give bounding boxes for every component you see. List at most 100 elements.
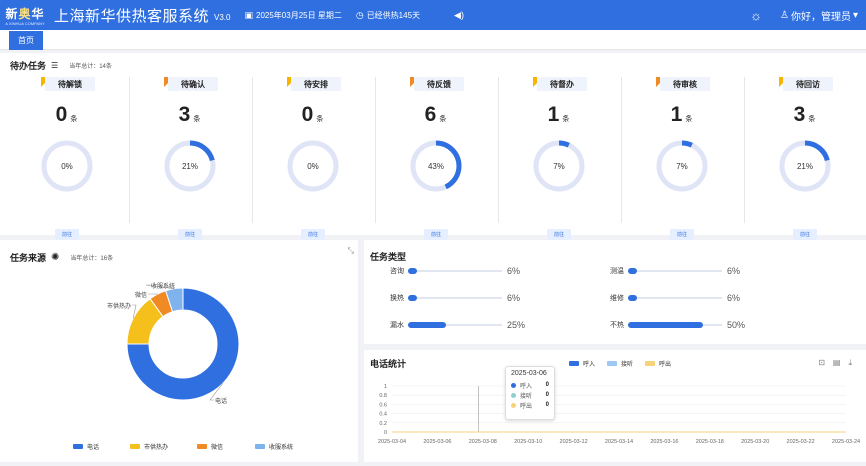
- task-progress-ring: 21%: [164, 140, 216, 192]
- x-tick-label: 2025-03-16: [650, 439, 678, 445]
- ring-percent-label: 21%: [182, 162, 198, 171]
- task-count: 0条: [55, 103, 78, 126]
- task-card: 待安排 0 条 0% 前往: [251, 75, 374, 240]
- type-percent: 50%: [727, 320, 746, 330]
- calendar-icon: ▣: [244, 9, 253, 20]
- user-menu[interactable]: ♙ 你好，管理员 ▾: [780, 8, 858, 23]
- logo-subtitle: A XINHUA COMPANY: [5, 20, 45, 26]
- type-bar-row: 咨询 6%: [364, 266, 520, 276]
- type-bar-row: 换热 6%: [364, 293, 520, 303]
- ring-percent-label: 7%: [676, 162, 688, 171]
- speaker-icon[interactable]: ◀): [454, 10, 464, 21]
- type-label: 测温: [610, 268, 624, 275]
- type-label: 维修: [610, 295, 624, 302]
- task-card-label: 待解锁: [45, 77, 95, 91]
- task-count: 1条: [670, 103, 693, 126]
- type-bar-track: [628, 268, 722, 274]
- goto-button[interactable]: 前往: [547, 229, 571, 240]
- type-bar-row: 测温 6%: [584, 266, 740, 276]
- heating-days: ◷ 已经供热145天: [355, 9, 421, 20]
- type-bar-track: [628, 322, 722, 328]
- legend-item[interactable]: 市供热办: [130, 442, 168, 451]
- y-tick-label: 1: [384, 384, 387, 390]
- legend-item[interactable]: 收服系统: [255, 442, 293, 451]
- type-bar-row: 漏水 25%: [364, 320, 525, 330]
- count-unit: 条: [193, 116, 201, 123]
- x-tick-label: 2025-03-20: [741, 439, 769, 445]
- tooltip-row: 呼入 0: [511, 380, 549, 390]
- pending-tasks-panel: 待办任务 ☰ 当年总计：14条 待解锁 0 条 0% 前往 待确认 3 条 21% 前往 待安排 0 条…: [0, 53, 866, 240]
- task-card-label: 待确认: [168, 77, 218, 91]
- type-percent: 6%: [727, 293, 741, 303]
- x-tick-label: 2025-03-06: [423, 439, 451, 445]
- call-stats-panel: 电话统计 呼入 接听 呼出 ⊡ ▤ ⤓ 0 0.2 0.4 0.6 0.8 1 2025-03-…: [364, 350, 866, 462]
- task-progress-ring: 43%: [410, 140, 462, 192]
- task-type-title: 任务类型: [370, 252, 407, 262]
- ring-percent-label: 0%: [61, 162, 73, 171]
- goto-button[interactable]: 前往: [670, 229, 694, 240]
- type-percent: 6%: [507, 266, 521, 276]
- type-percent: 6%: [727, 266, 741, 276]
- x-tick-label: 2025-03-14: [605, 439, 633, 445]
- chart-tooltip: 2025-03-06 呼入 0 接听 0 呼出 0: [505, 366, 555, 420]
- type-percent: 25%: [507, 320, 526, 330]
- callout-label: 电话: [215, 397, 227, 405]
- goto-button[interactable]: 前往: [301, 229, 325, 240]
- source-donut-chart: 电话 市供热办微信收服系统: [107, 282, 240, 405]
- callout-label: 微信: [135, 291, 147, 299]
- y-tick-label: 0: [384, 430, 387, 436]
- tooltip-series-name: 呼出: [520, 403, 533, 410]
- y-tick-label: 0.2: [379, 421, 387, 427]
- tab-home[interactable]: 首页: [9, 31, 43, 50]
- clock-icon: ◷: [355, 9, 364, 20]
- count-unit: 条: [562, 116, 570, 123]
- app-title: 上海新华供热客服系统: [54, 7, 210, 25]
- tooltip-series-value: 0: [545, 392, 549, 398]
- type-bar-fill: [628, 322, 703, 328]
- legend-swatch: [197, 444, 207, 449]
- y-tick-label: 0.4: [379, 412, 387, 418]
- tooltip-row: 接听 0: [511, 390, 549, 400]
- task-card-label: 待审核: [660, 77, 710, 91]
- goto-button[interactable]: 前往: [178, 229, 202, 240]
- legend-swatch: [255, 444, 265, 449]
- task-card-label: 待督办: [537, 77, 587, 91]
- task-card: 待回访 3 条 21% 前往: [743, 75, 866, 240]
- legend-item[interactable]: 微信: [197, 442, 223, 451]
- task-count: 1条: [547, 103, 570, 126]
- legend-label: 微信: [211, 445, 224, 451]
- goto-button[interactable]: 前往: [793, 229, 817, 240]
- goto-button[interactable]: 前往: [55, 229, 79, 240]
- task-progress-ring: 7%: [656, 140, 708, 192]
- goto-button[interactable]: 前往: [424, 229, 448, 240]
- task-card: 待确认 3 条 21% 前往: [128, 75, 251, 240]
- count-unit: 条: [808, 116, 816, 123]
- callout-label: 市供热办: [107, 302, 131, 310]
- legend-swatch: [73, 444, 83, 449]
- list-icon: ☰: [51, 61, 59, 70]
- task-card: 待审核 1 条 7% 前往: [620, 75, 743, 240]
- x-tick-label: 2025-03-12: [560, 439, 588, 445]
- task-count: 0条: [301, 103, 324, 126]
- task-card-label: 待安排: [291, 77, 341, 91]
- type-bar-track: [408, 268, 502, 274]
- task-card-label: 待回访: [783, 77, 833, 91]
- series-dot: [511, 402, 516, 408]
- legend-item[interactable]: 电话: [73, 442, 99, 451]
- type-bar-fill: [628, 295, 637, 301]
- sun-icon[interactable]: ☼: [750, 8, 762, 23]
- ring-percent-label: 43%: [428, 162, 444, 171]
- task-card: 待督办 1 条 7% 前往: [497, 75, 620, 240]
- company-logo: 新奥华 A XINHUA COMPANY: [5, 6, 45, 26]
- x-tick-label: 2025-03-18: [696, 439, 724, 445]
- tooltip-series-name: 接听: [520, 393, 533, 400]
- callout-label: 收服系统: [151, 282, 175, 290]
- x-tick-label: 2025-03-08: [469, 439, 497, 445]
- chevron-down-icon: ▾: [852, 9, 858, 21]
- type-bar-fill: [408, 268, 417, 274]
- ring-percent-label: 21%: [797, 162, 813, 171]
- count-unit: 条: [685, 116, 693, 123]
- task-type-panel: 任务类型 咨询 6% 测温 6% 换热 6% 维修 6% 漏水 25% 不热 50%: [364, 240, 866, 344]
- type-bar-row: 不热 50%: [584, 320, 745, 330]
- task-count: 6条: [424, 103, 447, 126]
